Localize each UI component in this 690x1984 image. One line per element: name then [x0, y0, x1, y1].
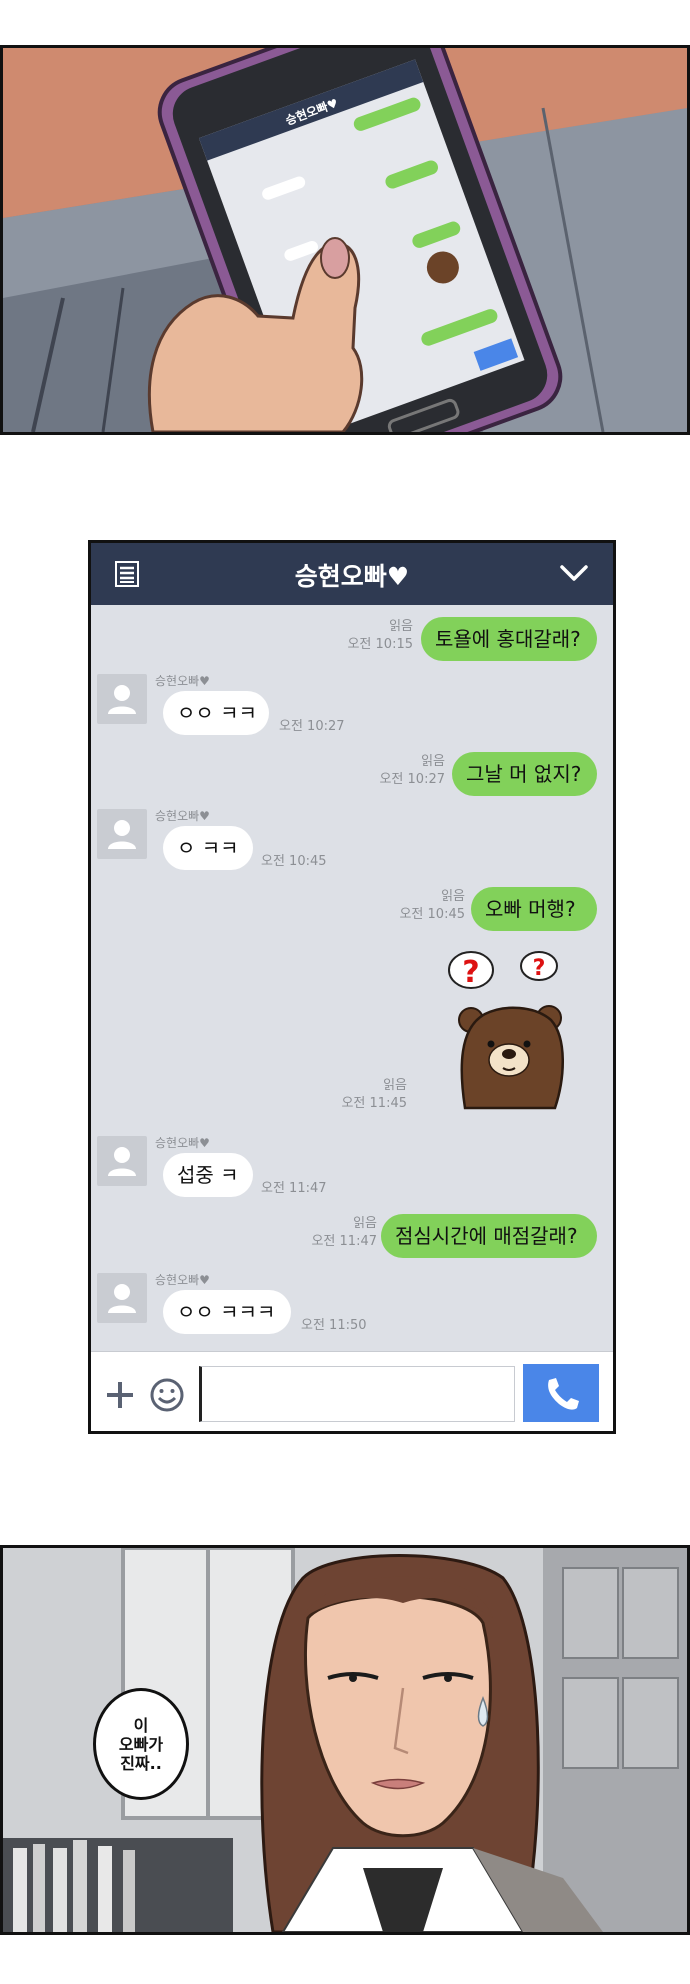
received-message-bubble[interactable]: 섭중 ㅋ: [163, 1153, 253, 1197]
phone-in-hand-illustration: 승현오빠♥: [3, 48, 687, 432]
person-icon: [108, 1284, 136, 1313]
person-icon: [108, 685, 136, 714]
message-input[interactable]: [199, 1366, 515, 1422]
received-message-bubble[interactable]: ㅇㅇ ㅋㅋ: [163, 691, 269, 735]
message-time: 오전 11:50: [301, 1318, 367, 1333]
speech-bubble: 이 오빠가 진짜..: [93, 1688, 189, 1800]
message-time: 오전 11:47: [261, 1181, 327, 1196]
comic-panel-phone-closeup: 승현오빠♥: [0, 45, 690, 435]
avatar[interactable]: [97, 1273, 147, 1323]
received-message-bubble[interactable]: ㅇ ㅋㅋ: [163, 826, 253, 870]
contact-name: 승현오빠♥: [155, 1136, 210, 1150]
sent-message-bubble[interactable]: 토욜에 홍대갈래?: [421, 617, 597, 661]
chat-header: 승현오빠♥: [91, 543, 613, 605]
contact-name: 승현오빠♥: [155, 809, 210, 823]
message-time: 오전 11:47: [311, 1234, 377, 1249]
sent-message-bubble[interactable]: 오빠 머행?: [471, 887, 597, 931]
person-icon: [108, 1147, 136, 1176]
read-status: 읽음: [441, 889, 465, 904]
avatar[interactable]: [97, 809, 147, 859]
received-message-bubble[interactable]: ㅇㅇ ㅋㅋㅋ: [163, 1290, 291, 1334]
contact-name: 승현오빠♥: [155, 674, 210, 688]
sent-message-bubble[interactable]: 점심시간에 매점갈래?: [381, 1214, 597, 1258]
avatar[interactable]: [97, 1136, 147, 1186]
speech-line: 오빠가: [118, 1734, 164, 1754]
call-button[interactable]: [523, 1364, 599, 1422]
comic-panel-reaction: 이 오빠가 진짜..: [0, 1545, 690, 1935]
plus-icon[interactable]: [103, 1378, 137, 1412]
question-mark-icon: ? ?: [448, 951, 558, 990]
message-time: 오전 10:45: [399, 907, 465, 922]
message-time: 오전 10:27: [279, 719, 345, 734]
emoji-icon[interactable]: [149, 1377, 185, 1413]
speech-line: 진짜..: [120, 1753, 162, 1773]
phone-icon: [548, 1378, 579, 1410]
avatar[interactable]: [97, 674, 147, 724]
message-time: 오전 10:45: [261, 854, 327, 869]
person-icon: [108, 820, 136, 849]
message-time: 오전 10:15: [347, 637, 413, 652]
message-time: 오전 10:27: [379, 772, 445, 787]
read-status: 읽음: [383, 1078, 407, 1093]
confused-bear-sticker[interactable]: ? ?: [445, 948, 573, 1110]
sent-message-bubble[interactable]: 그날 머 없지?: [452, 752, 597, 796]
chat-window: 승현오빠♥ 읽음 오전 10:15 토욜에 홍대갈래? 승현오빠♥ ㅇㅇ ㅋㅋ …: [88, 540, 616, 1434]
speech-line: 이: [133, 1715, 149, 1735]
contact-name: 승현오빠♥: [155, 1273, 210, 1287]
chevron-down-icon[interactable]: [559, 563, 589, 583]
read-status: 읽음: [353, 1216, 377, 1231]
read-status: 읽음: [389, 619, 413, 634]
message-time: 오전 11:45: [341, 1096, 407, 1111]
svg-text:?: ?: [533, 956, 546, 981]
chat-title: 승현오빠♥: [294, 562, 410, 591]
svg-text:?: ?: [462, 955, 479, 990]
read-status: 읽음: [421, 754, 445, 769]
chat-input-bar: [91, 1351, 613, 1431]
